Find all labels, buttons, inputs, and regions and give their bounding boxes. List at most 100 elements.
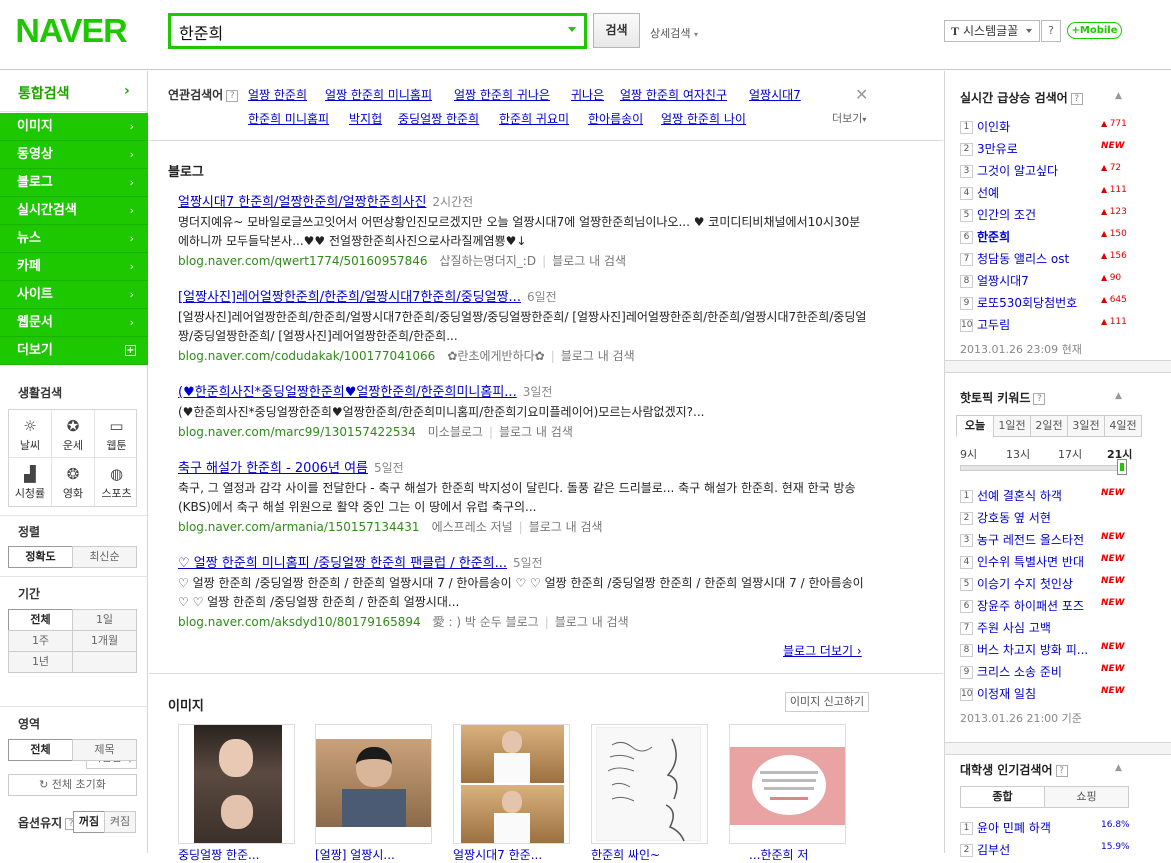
- image-thumbnail[interactable]: [729, 724, 846, 844]
- related-link[interactable]: 한준희 귀요미: [499, 110, 569, 127]
- search-dropdown-icon[interactable]: [568, 27, 576, 32]
- area-all[interactable]: 전체: [8, 739, 73, 761]
- result-title-link[interactable]: 얼짱시대7 한준희/얼짱한준희/얼짱한준희사진: [178, 195, 426, 210]
- life-webtoon[interactable]: ▭ 웹툰: [95, 410, 138, 458]
- tab-2day[interactable]: 2일전: [1030, 415, 1068, 437]
- rank-item[interactable]: 8 버스 차고지 방화 피... NEW: [960, 641, 1135, 663]
- result-blog-name[interactable]: 삽질하는명더지_:D: [440, 254, 537, 268]
- tab-today[interactable]: 오늘: [956, 415, 994, 437]
- rank-item[interactable]: 2 강호동 옆 서현: [960, 509, 1135, 531]
- rank-item[interactable]: 6 한준희 ▲ 150: [960, 228, 1135, 250]
- result-url[interactable]: blog.naver.com/codudakak/100177041066: [178, 349, 435, 363]
- nav-item-image[interactable]: 이미지 ›: [0, 113, 148, 141]
- in-blog-search[interactable]: 블로그 내 검색: [561, 349, 635, 363]
- result-title-link[interactable]: ♡ 얼짱 한준희 미니홈피 /중딩얼짱 한준희 팬클럽 / 한준희...: [178, 556, 507, 571]
- result-url[interactable]: blog.naver.com/aksdyd10/80179165894: [178, 615, 421, 629]
- rank-item[interactable]: 10 고두림 ▲ 111: [960, 316, 1135, 338]
- search-button[interactable]: 검색: [593, 13, 640, 48]
- life-weather[interactable]: ☼ 날씨: [9, 410, 52, 458]
- result-title-link[interactable]: [얼짱사진]레어얼짱한준희/한준희/얼짱시대7한준희/중딩얼짱...: [178, 290, 521, 305]
- option-on[interactable]: 켜짐: [104, 811, 136, 833]
- related-link[interactable]: 한아름송이: [588, 110, 643, 127]
- life-movie[interactable]: ❂ 영화: [52, 458, 95, 506]
- help-icon[interactable]: ?: [226, 89, 239, 102]
- in-blog-search[interactable]: 블로그 내 검색: [529, 520, 603, 534]
- rank-item[interactable]: 4 선예 ▲ 111: [960, 184, 1135, 206]
- rank-item[interactable]: 9 로또530회당첨번호 ▲ 645: [960, 294, 1135, 316]
- rank-item[interactable]: 2 김부선 15.9%: [960, 841, 1135, 863]
- result-blog-name[interactable]: ✿란초에게반하다✿: [447, 349, 544, 363]
- image-caption[interactable]: ...한준희 저: [749, 846, 808, 863]
- nav-item-webdoc[interactable]: 웹문서 ›: [0, 309, 148, 337]
- collapse-icon[interactable]: ▲: [1115, 763, 1122, 773]
- image-caption[interactable]: [얼짱] 얼짱시...: [315, 846, 395, 863]
- image-thumbnail[interactable]: [315, 724, 432, 844]
- collapse-icon[interactable]: ▲: [1115, 91, 1122, 101]
- rank-item[interactable]: 8 얼짱시대7 ▲ 90: [960, 272, 1135, 294]
- result-blog-name[interactable]: 에스프레소 저널: [432, 520, 513, 534]
- tab-4day[interactable]: 4일전: [1104, 415, 1142, 437]
- sort-accuracy[interactable]: 정확도: [8, 546, 73, 568]
- result-url[interactable]: blog.naver.com/armania/150157134431: [178, 520, 420, 534]
- rank-item[interactable]: 3 농구 레전드 올스타전 NEW: [960, 531, 1135, 553]
- rank-item[interactable]: 4 인수위 특별사면 반대 NEW: [960, 553, 1135, 575]
- image-thumbnail[interactable]: [591, 724, 708, 844]
- rank-item[interactable]: 9 크리스 소송 준비 NEW: [960, 663, 1135, 685]
- rank-item[interactable]: 7 주원 사심 고백: [960, 619, 1135, 641]
- time-slider-handle[interactable]: [1117, 459, 1127, 475]
- search-box[interactable]: [168, 13, 587, 49]
- nav-item-video[interactable]: 동영상 ›: [0, 141, 148, 169]
- time-slider-track[interactable]: [960, 465, 1127, 471]
- related-link[interactable]: 얼짱 한준희 나이: [661, 110, 746, 127]
- tab-shopping[interactable]: 쇼핑: [1044, 786, 1129, 808]
- related-link[interactable]: 한준희 미니홈피: [248, 110, 329, 127]
- related-link[interactable]: 얼짱 한준희 여자친구: [620, 86, 727, 103]
- image-thumbnail[interactable]: [178, 724, 295, 844]
- area-title-only[interactable]: 제목: [72, 739, 137, 761]
- help-button[interactable]: ?: [1041, 20, 1061, 42]
- result-blog-name[interactable]: 愛 : ) 박 순두 블로그: [433, 615, 539, 629]
- rank-item[interactable]: 3 그것이 알고싶다 ▲ 72: [960, 162, 1135, 184]
- in-blog-search[interactable]: 블로그 내 검색: [499, 425, 573, 439]
- rank-item[interactable]: 5 이승기 수지 첫인상 NEW: [960, 575, 1135, 597]
- rank-item[interactable]: 1 선예 결혼식 하객 NEW: [960, 487, 1135, 509]
- help-icon[interactable]: ?: [1070, 92, 1083, 105]
- image-report-button[interactable]: 이미지 신고하기: [785, 692, 869, 712]
- rank-item[interactable]: 10 이정재 일침 NEW: [960, 685, 1135, 707]
- naver-logo[interactable]: NAVER: [15, 12, 127, 50]
- image-caption[interactable]: 한준희 싸인~: [591, 846, 660, 863]
- nav-item-more[interactable]: 더보기 +: [0, 337, 148, 365]
- related-link[interactable]: 얼짱 한준희 귀나은: [454, 86, 550, 103]
- nav-integrated-search[interactable]: 통합검색 ›: [0, 71, 148, 112]
- result-url[interactable]: blog.naver.com/qwert1774/50160957846: [178, 254, 428, 268]
- related-link[interactable]: 귀나은: [571, 86, 604, 103]
- help-icon[interactable]: ?: [1055, 764, 1068, 777]
- mobile-button[interactable]: +Mobile: [1067, 22, 1122, 39]
- rank-item[interactable]: 1 이인화 ▲ 771: [960, 118, 1135, 140]
- blog-more-link[interactable]: 블로그 더보기 ›: [783, 642, 862, 659]
- period-1month[interactable]: 1개월: [72, 630, 137, 652]
- related-link[interactable]: 얼짱 한준희 미니홈피: [325, 86, 432, 103]
- rank-item[interactable]: 7 청담동 앨리스 ost ▲ 156: [960, 250, 1135, 272]
- rank-item[interactable]: 6 장윤주 하이패션 포즈 NEW: [960, 597, 1135, 619]
- period-all[interactable]: 전체: [8, 609, 73, 631]
- nav-item-cafe[interactable]: 카페 ›: [0, 253, 148, 281]
- period-1week[interactable]: 1주: [8, 630, 73, 652]
- related-link[interactable]: 중딩얼짱 한준희: [398, 110, 479, 127]
- result-blog-name[interactable]: 미소블로그: [428, 425, 483, 439]
- tab-overall[interactable]: 종합: [960, 786, 1045, 808]
- life-fortune[interactable]: ✪ 운세: [52, 410, 95, 458]
- search-input[interactable]: [179, 21, 549, 43]
- related-more[interactable]: 더보기▾: [832, 110, 866, 126]
- nav-item-blog[interactable]: 블로그 ›: [0, 169, 148, 197]
- result-title-link[interactable]: (♥한준희사진*중딩얼짱한준희♥얼짱한준희/한준희미니홈피...: [178, 385, 517, 400]
- rank-item[interactable]: 2 3만유로 NEW: [960, 140, 1135, 162]
- sort-latest[interactable]: 최신순: [72, 546, 137, 568]
- image-caption[interactable]: 얼짱시대7 한준...: [453, 846, 542, 863]
- nav-item-site[interactable]: 사이트 ›: [0, 281, 148, 309]
- result-title-link[interactable]: 축구 해설가 한준희 - 2006년 여름: [178, 461, 368, 476]
- in-blog-search[interactable]: 블로그 내 검색: [555, 615, 629, 629]
- reset-button[interactable]: ↻ 전체 초기화: [8, 774, 137, 796]
- period-1day[interactable]: 1일: [72, 609, 137, 631]
- life-sports[interactable]: ◍ 스포츠: [95, 458, 138, 506]
